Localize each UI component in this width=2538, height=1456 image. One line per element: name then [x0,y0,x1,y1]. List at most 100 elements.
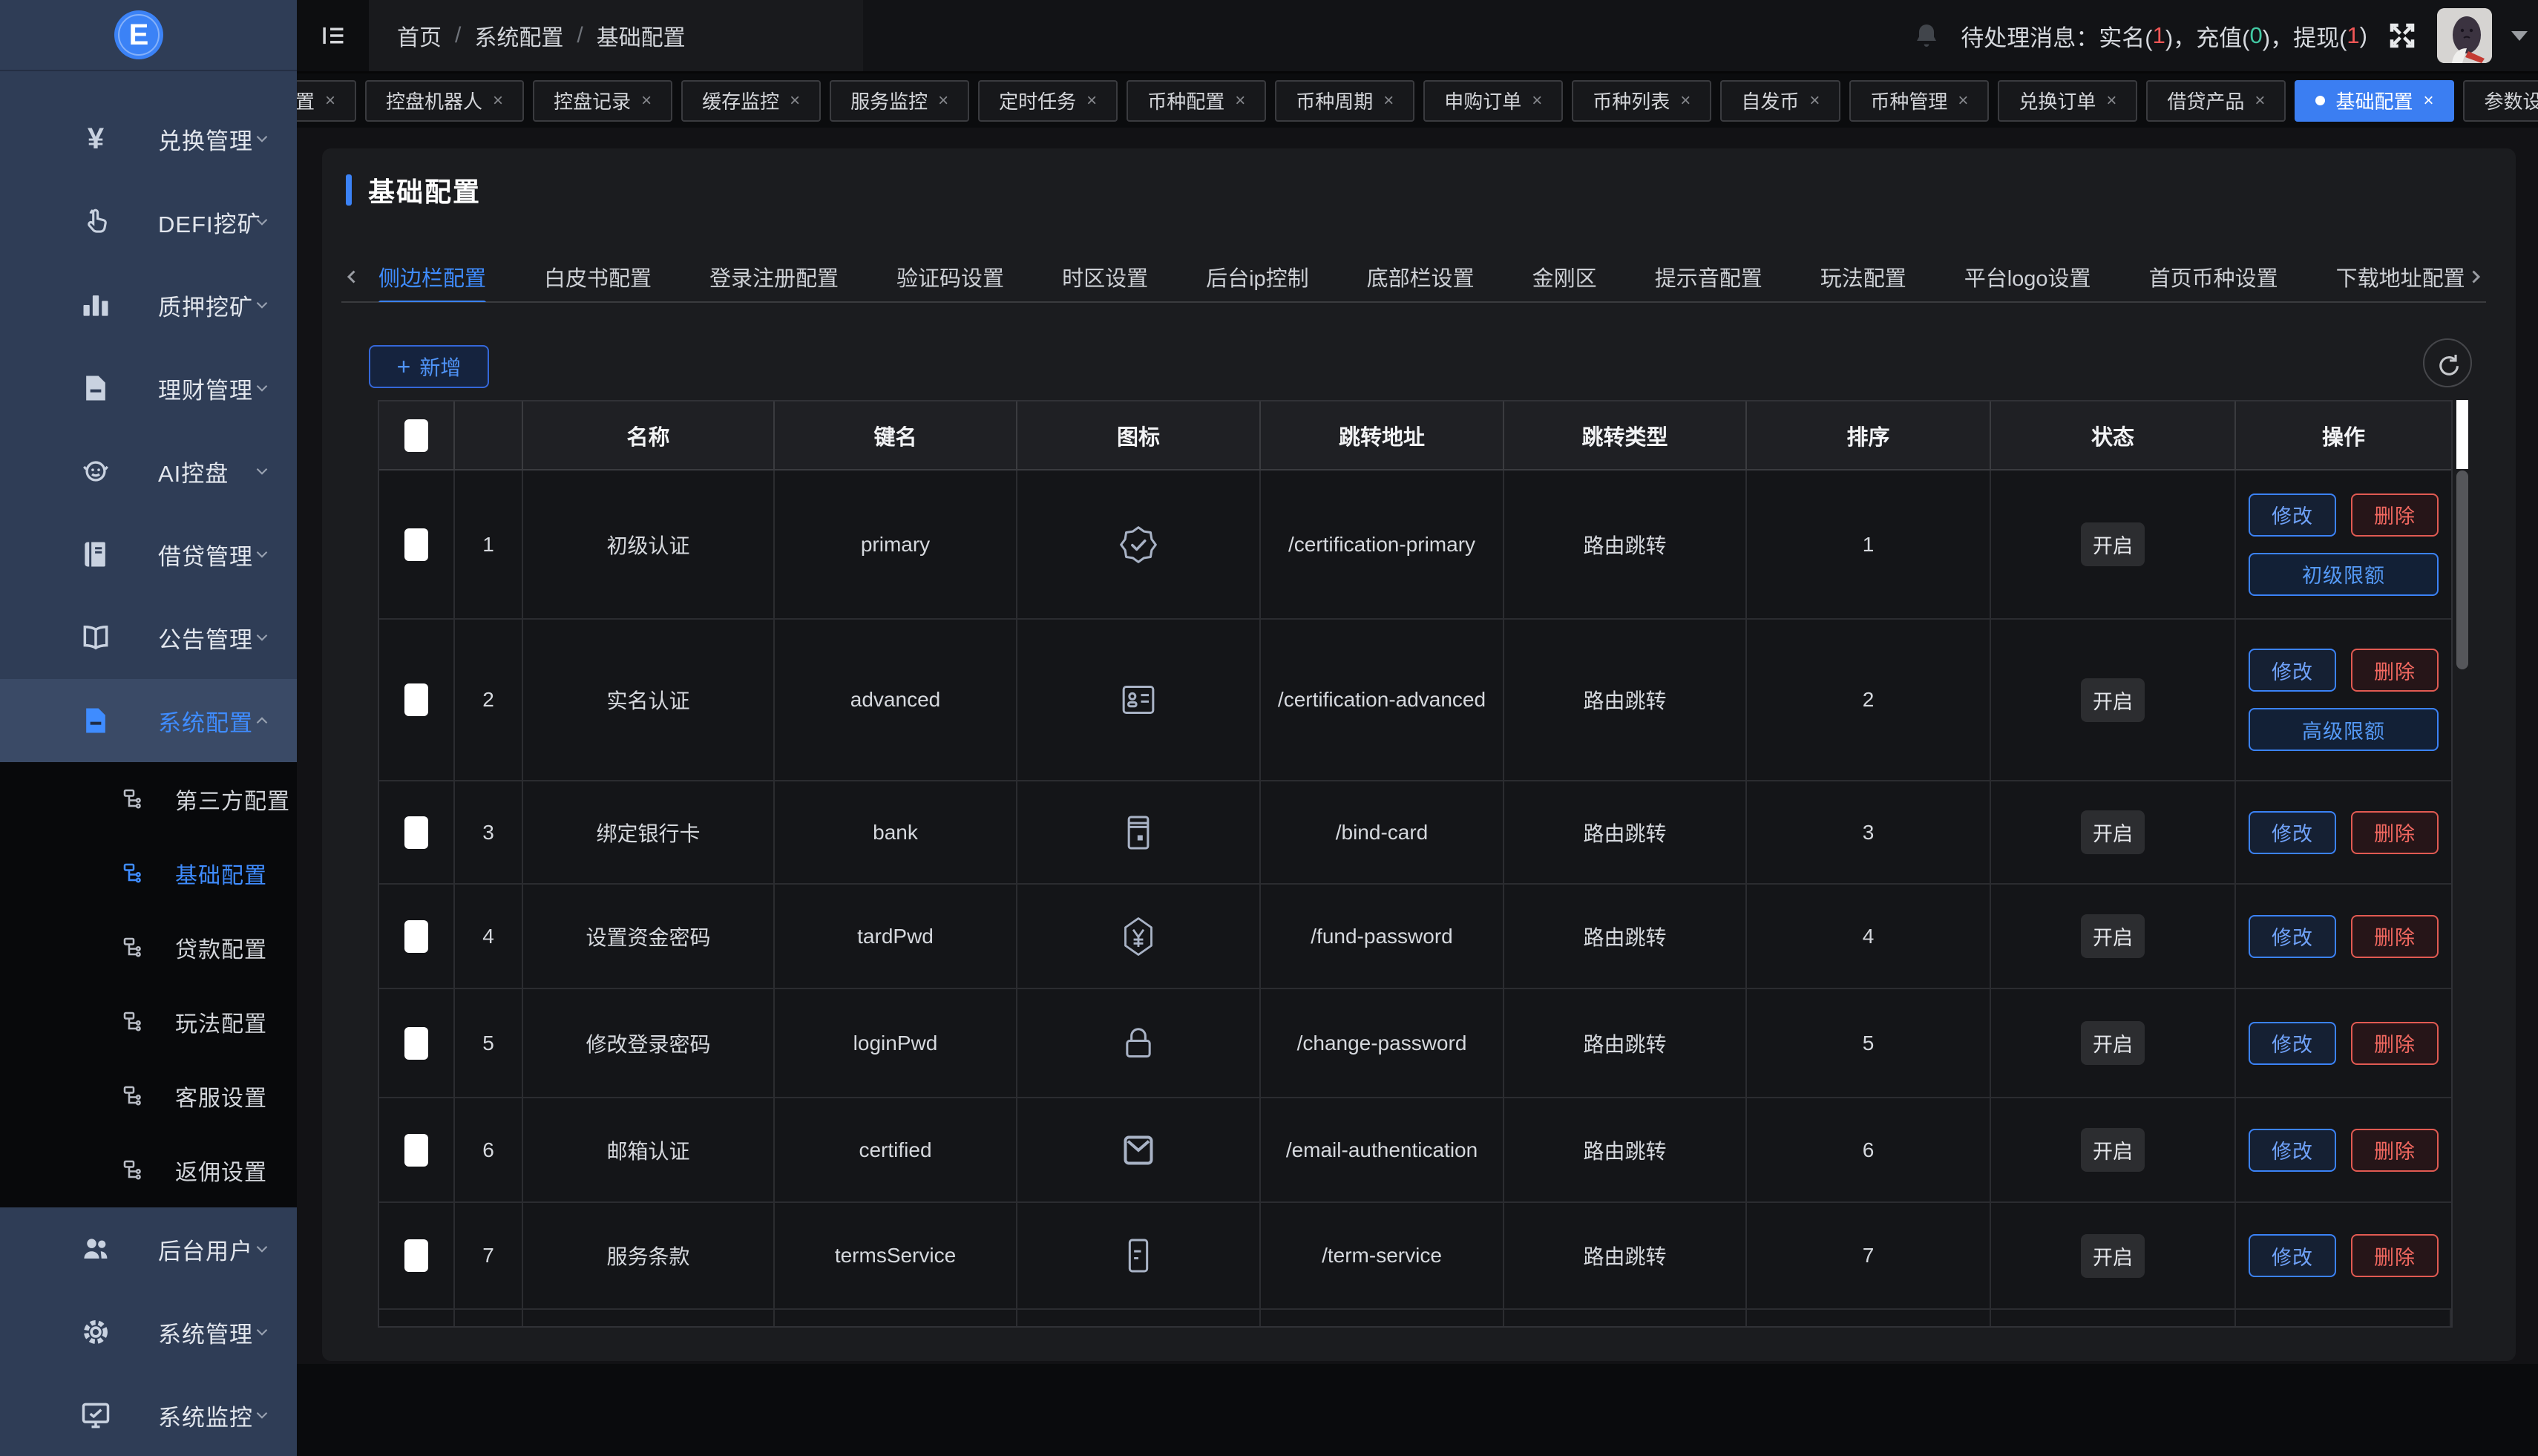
subtabs-scroll-left-icon[interactable] [341,266,364,288]
sidebar-subitem-2[interactable]: 贷款配置 [0,911,297,985]
close-icon[interactable]: × [1958,91,1968,111]
close-icon[interactable]: × [1235,91,1245,111]
subtab-4[interactable]: 时区设置 [1062,252,1148,302]
sidebar-item-10[interactable]: 系统监控 [0,1374,297,1456]
close-icon[interactable]: × [641,91,652,111]
edit-button[interactable]: 修改 [2249,1129,2336,1172]
row-checkbox[interactable] [404,528,428,561]
tab-6[interactable]: 币种配置× [1127,80,1266,122]
subtab-9[interactable]: 玩法配置 [1820,252,1906,302]
tab-label: 定时任务 [999,87,1076,114]
tab-11[interactable]: 币种管理× [1849,80,1989,122]
close-icon[interactable]: × [2255,91,2265,111]
close-icon[interactable]: × [1383,91,1394,111]
row-checkbox[interactable] [404,1027,428,1060]
sidebar-subitem-5[interactable]: 返佣设置 [0,1133,297,1207]
sidebar-collapse-button[interactable] [297,0,369,71]
delete-button[interactable]: 删除 [2351,811,2439,854]
sidebar-subitem-1[interactable]: 基础配置 [0,836,297,911]
delete-button[interactable]: 删除 [2351,1234,2439,1277]
row-checkbox[interactable] [404,920,428,953]
subtab-6[interactable]: 底部栏设置 [1367,252,1475,302]
sidebar-subitem-0[interactable]: 第三方配置 [0,762,297,836]
edit-button[interactable]: 修改 [2249,1234,2336,1277]
close-icon[interactable]: × [2423,91,2433,111]
tab-3[interactable]: 缓存监控× [681,80,821,122]
tab-10[interactable]: 自发币× [1720,80,1840,122]
breadcrumb-item[interactable]: 系统配置 [474,19,563,52]
delete-button[interactable]: 删除 [2351,493,2439,537]
close-icon[interactable]: × [325,91,335,111]
table-scrollbar-thumb[interactable] [2456,470,2468,669]
bell-icon[interactable] [1912,21,1941,50]
tab-5[interactable]: 定时任务 × [978,80,1118,122]
close-icon[interactable]: × [2106,91,2116,111]
sidebar-subitem-4[interactable]: 客服设置 [0,1059,297,1133]
sidebar-item-5[interactable]: 借贷管理 [0,513,297,596]
table-row-partial [379,1310,2451,1326]
user-menu-caret-icon[interactable] [2511,31,2528,41]
limit-button[interactable]: 高级限额 [2249,708,2439,751]
edit-button[interactable]: 修改 [2249,649,2336,692]
tab-14[interactable]: 基础配置× [2295,80,2454,122]
sidebar-item-3[interactable]: 理财管理 [0,347,297,430]
close-icon[interactable]: × [493,91,503,111]
subtab-11[interactable]: 首页币种设置 [2149,252,2278,302]
breadcrumb-item[interactable]: 首页 [397,19,442,52]
sidebar-subitem-3[interactable]: 玩法配置 [0,985,297,1059]
subtab-10[interactable]: 平台logo设置 [1964,252,2091,302]
subtab-5[interactable]: 后台ip控制 [1206,252,1309,302]
delete-button[interactable]: 删除 [2351,1129,2439,1172]
delete-button[interactable]: 删除 [2351,1022,2439,1065]
fullscreen-icon[interactable] [2387,20,2418,51]
sidebar-item-0[interactable]: ¥兑换管理 [0,97,297,180]
sidebar-item-9[interactable]: 系统管理 [0,1291,297,1374]
edit-button[interactable]: 修改 [2249,915,2336,958]
sidebar-item-4[interactable]: AI控盘 [0,430,297,513]
select-all-checkbox[interactable] [404,419,428,452]
close-icon[interactable]: × [1680,91,1691,111]
tab-8[interactable]: 申购订单× [1423,80,1563,122]
edit-button[interactable]: 修改 [2249,1022,2336,1065]
tab-9[interactable]: 币种列表× [1572,80,1711,122]
subtab-12[interactable]: 下载地址配置 [2336,252,2464,302]
tab-15[interactable]: 参数设置× [2463,80,2538,122]
sidebar-item-2[interactable]: 质押挖矿 [0,263,297,347]
subtab-1[interactable]: 白皮书配置 [544,252,652,302]
subtabs-scroll-right-icon[interactable] [2464,266,2486,288]
refresh-button[interactable] [2423,338,2472,387]
close-icon[interactable]: × [938,91,948,111]
subtab-0[interactable]: 侧边栏配置 [378,252,486,302]
tab-7[interactable]: 币种周期× [1275,80,1414,122]
sidebar-item-1[interactable]: DEFI挖矿 [0,180,297,263]
sidebar-item-7[interactable]: 系统配置 [0,679,297,762]
tab-12[interactable]: 兑换订单× [1998,80,2137,122]
sidebar-item-8[interactable]: 后台用户 [0,1207,297,1291]
row-checkbox[interactable] [404,816,428,849]
row-checkbox[interactable] [404,1239,428,1272]
notice-label: 提现( [2293,19,2347,53]
subtab-2[interactable]: 登录注册配置 [709,252,839,302]
tab-4[interactable]: 服务监控× [830,80,969,122]
tab-0[interactable]: 置× [297,80,356,122]
add-button[interactable]: + 新增 [369,345,489,388]
sidebar-item-6[interactable]: 公告管理 [0,596,297,679]
delete-button[interactable]: 删除 [2351,649,2439,692]
subtab-8[interactable]: 提示音配置 [1655,252,1762,302]
limit-button[interactable]: 初级限额 [2249,553,2439,596]
tab-2[interactable]: 控盘记录× [533,80,672,122]
tab-13[interactable]: 借贷产品× [2146,80,2286,122]
close-icon[interactable]: × [1086,91,1097,111]
subtab-7[interactable]: 金刚区 [1532,252,1597,302]
edit-button[interactable]: 修改 [2249,493,2336,537]
avatar[interactable] [2437,8,2492,63]
delete-button[interactable]: 删除 [2351,915,2439,958]
close-icon[interactable]: × [790,91,800,111]
tab-1[interactable]: 控盘机器人× [365,80,524,122]
close-icon[interactable]: × [1532,91,1542,111]
close-icon[interactable]: × [1809,91,1820,111]
row-checkbox[interactable] [404,683,428,716]
subtab-3[interactable]: 验证码设置 [896,252,1004,302]
edit-button[interactable]: 修改 [2249,811,2336,854]
row-checkbox[interactable] [404,1134,428,1167]
